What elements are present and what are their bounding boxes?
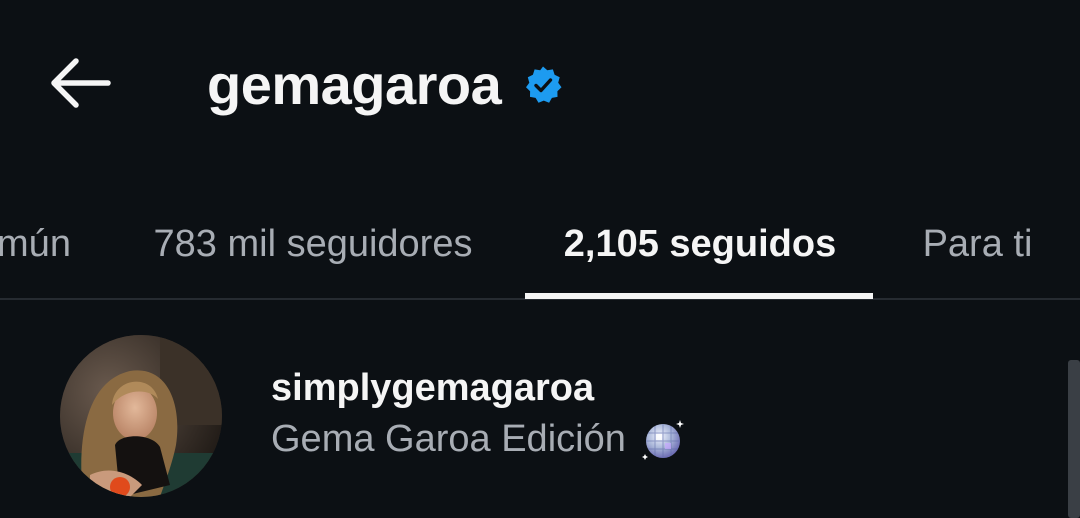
- list-item-fullname: Gema Garoa Edición: [271, 417, 626, 460]
- arrow-left-icon: [51, 58, 111, 108]
- tab-label: mún: [0, 222, 71, 265]
- profile-username-title: gemagaroa: [207, 53, 502, 116]
- list-item-fullname-group: Gema Garoa Edición: [271, 416, 686, 462]
- verified-badge-icon: [526, 66, 562, 103]
- tab-en-comun[interactable]: mún: [0, 190, 74, 298]
- back-button[interactable]: [40, 48, 120, 118]
- tab-label: 2,105 seguidos: [563, 222, 837, 265]
- tab-seguidos[interactable]: 2,105 seguidos: [545, 190, 855, 298]
- list-item-username: simplygemagaroa: [271, 367, 595, 409]
- tab-bar: mún 783 mil seguidores 2,105 seguidos Pa…: [0, 190, 1080, 300]
- profile-title-group: gemagaroa: [207, 50, 563, 120]
- list-item[interactable]: simplygemagaroa Gema Garoa Edición: [0, 320, 1060, 510]
- scrollbar[interactable]: [1068, 360, 1080, 518]
- tab-para-ti[interactable]: Para ti: [905, 190, 1050, 298]
- avatar[interactable]: [60, 335, 222, 497]
- tab-label: Para ti: [922, 222, 1033, 265]
- profile-photo: [60, 335, 222, 497]
- tab-label: 783 mil seguidores: [153, 222, 473, 265]
- mirror-ball-icon: [641, 420, 684, 460]
- active-tab-indicator: [525, 293, 873, 299]
- top-bar: gemagaroa: [0, 0, 1080, 170]
- following-screen: gemagaroa mún 783 mil seguidores 2,105 s…: [0, 0, 1080, 518]
- tab-seguidores[interactable]: 783 mil seguidores: [135, 190, 491, 298]
